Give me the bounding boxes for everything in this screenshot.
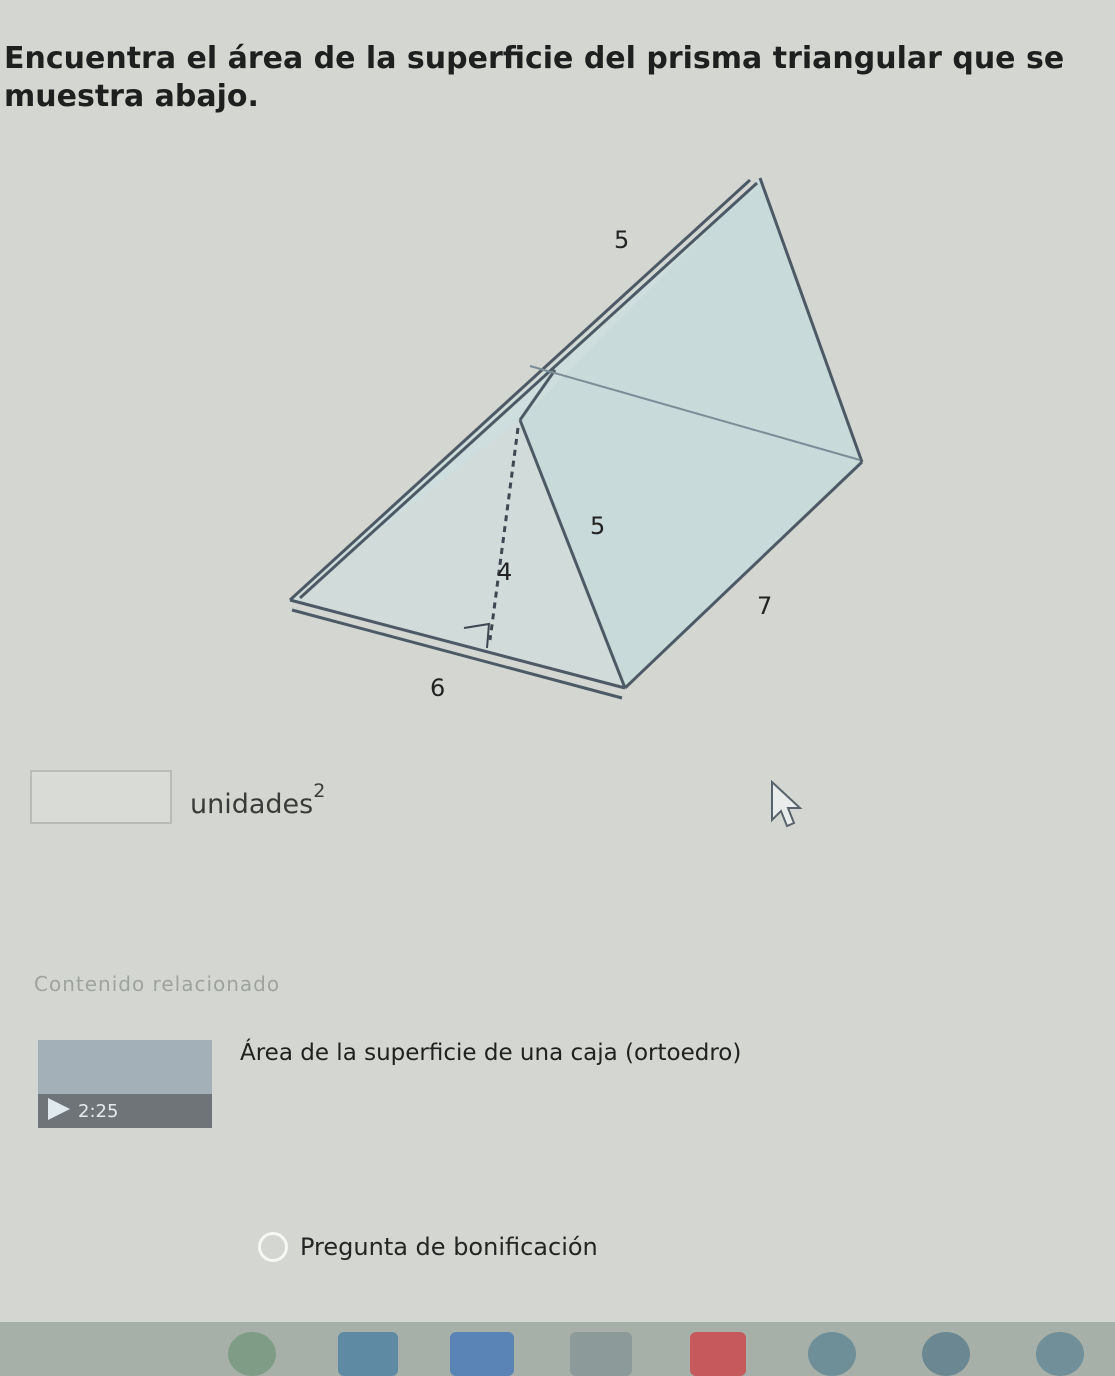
- chrome-icon[interactable]: [228, 1332, 276, 1376]
- answer-input[interactable]: [30, 770, 172, 824]
- label-length: 7: [757, 592, 772, 620]
- units-label: unidades2: [190, 780, 325, 820]
- mouse-pointer-icon: [771, 780, 803, 828]
- chrome-profile-extra-icon[interactable]: [1036, 1332, 1084, 1376]
- bonus-question[interactable]: Pregunta de bonificación: [258, 1232, 598, 1262]
- progress-ring-icon: [258, 1232, 288, 1262]
- play-icon: [48, 1098, 70, 1120]
- units-text: unidades: [190, 789, 314, 820]
- word-icon[interactable]: [450, 1332, 514, 1376]
- video-duration: 2:25: [78, 1101, 119, 1122]
- video-app-icon[interactable]: [570, 1332, 632, 1376]
- chrome-profile-icon[interactable]: [808, 1332, 856, 1376]
- label-top-edge: 5: [614, 226, 629, 254]
- calendar-app-icon[interactable]: [338, 1332, 398, 1376]
- taskbar: [0, 1322, 1115, 1376]
- label-slant: 5: [590, 512, 605, 540]
- label-height: 4: [497, 558, 512, 586]
- label-base: 6: [430, 674, 445, 702]
- bonus-question-label: Pregunta de bonificación: [300, 1233, 598, 1261]
- acrobat-icon[interactable]: [690, 1332, 746, 1376]
- related-content-heading: Contenido relacionado: [34, 972, 281, 996]
- triangular-prism-figure: 5 5 4 7 6: [288, 177, 864, 702]
- video-title-link[interactable]: Área de la superficie de una caja (ortoe…: [240, 1040, 741, 1066]
- units-exponent: 2: [313, 780, 326, 802]
- chrome-profile-p-icon[interactable]: [922, 1332, 970, 1376]
- video-thumbnail[interactable]: 2:25: [38, 1040, 212, 1128]
